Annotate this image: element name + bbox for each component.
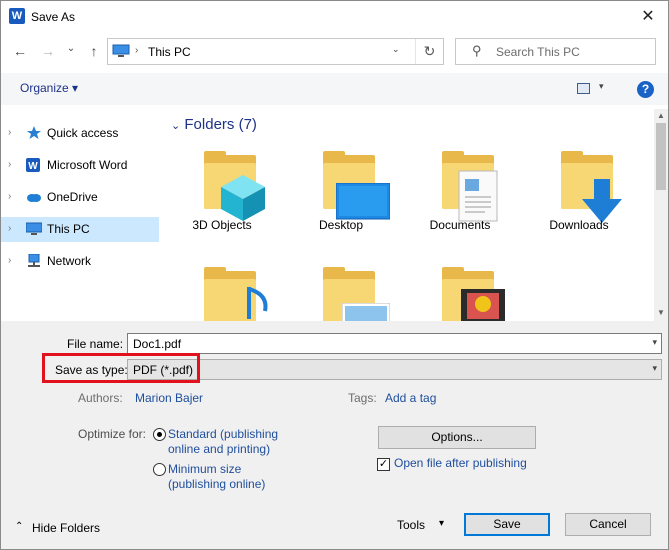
address-bar[interactable]: › This PC ⌄ ↻ <box>107 38 444 65</box>
folder-3d-objects[interactable]: 3D Objects <box>167 121 277 232</box>
file-name-value: Doc1.pdf <box>133 337 182 351</box>
save-button[interactable]: Save <box>464 513 550 536</box>
sidebar-item-label: Network <box>47 254 92 268</box>
expand-chevron-icon[interactable]: › <box>8 159 11 170</box>
help-icon[interactable]: ? <box>637 81 654 98</box>
scroll-down-icon[interactable]: ▼ <box>656 308 666 318</box>
desktop-icon <box>336 183 390 220</box>
network-icon <box>26 253 42 268</box>
optimize-standard-label-line1[interactable]: Standard (publishing <box>168 427 278 441</box>
options-button[interactable]: Options... <box>378 426 536 449</box>
music-icon <box>247 287 268 319</box>
optimize-minimum-radio[interactable] <box>153 463 166 476</box>
folder-label: Desktop <box>318 218 364 232</box>
optimize-minimum-label-line2[interactable]: (publishing online) <box>168 477 265 491</box>
search-placeholder: Search This PC <box>496 45 580 59</box>
sidebar-item-quick-access[interactable]: › Quick access <box>1 121 159 146</box>
window-title: Save As <box>31 10 76 24</box>
file-name-field[interactable]: Doc1.pdf ▾ <box>127 333 662 354</box>
cloud-icon <box>26 190 42 204</box>
search-icon: ⚲ <box>472 43 482 58</box>
pictures-icon <box>342 303 390 323</box>
authors-value[interactable]: Marion Bajer <box>135 391 203 405</box>
folder-content-area: ⌄ Folders (7) 3D Objects Desktop Documen… <box>161 109 654 325</box>
3d-objects-icon <box>221 175 265 221</box>
scroll-up-icon[interactable]: ▲ <box>656 111 666 121</box>
breadcrumb-separator: › <box>135 45 139 56</box>
recent-locations-icon[interactable]: ⌄ <box>61 39 81 59</box>
sidebar-item-this-pc[interactable]: › This PC <box>1 217 159 242</box>
tags-label: Tags: <box>348 391 377 405</box>
organize-button[interactable]: Organize ▾ <box>20 81 78 95</box>
optimize-standard-radio[interactable] <box>153 428 166 441</box>
videos-icon <box>461 289 505 323</box>
breadcrumb-this-pc[interactable]: This PC <box>148 45 191 59</box>
save-type-dropdown-icon[interactable]: ▾ <box>652 363 657 374</box>
sidebar-item-onedrive[interactable]: › OneDrive <box>1 185 159 210</box>
folder-documents[interactable]: Documents <box>405 121 515 232</box>
change-view-icon[interactable] <box>577 83 590 94</box>
optimize-minimum-label-line1[interactable]: Minimum size <box>168 462 241 476</box>
folder-label: Documents <box>429 218 491 232</box>
add-tag-link[interactable]: Add a tag <box>385 391 436 405</box>
tools-button[interactable]: Tools <box>397 518 425 532</box>
hide-folders-button[interactable]: Hide Folders <box>32 521 100 535</box>
navigation-pane: › Quick access › W Microsoft Word › OneD… <box>1 109 159 321</box>
title-bar: W Save As ✕ <box>1 1 668 33</box>
folder-label: 3D Objects <box>192 218 252 232</box>
expand-chevron-icon[interactable]: › <box>8 223 11 234</box>
content-scrollbar[interactable]: ▲ ▼ <box>654 109 668 321</box>
documents-icon <box>458 170 498 222</box>
refresh-icon[interactable]: ↻ <box>415 39 443 64</box>
tools-dropdown-icon[interactable]: ▾ <box>439 518 444 529</box>
save-options-panel: File name: Doc1.pdf ▾ Save as type: PDF … <box>1 321 668 549</box>
folder-desktop[interactable]: Desktop <box>286 121 396 232</box>
folder-label: Downloads <box>549 218 609 232</box>
scrollbar-thumb[interactable] <box>656 123 666 190</box>
sidebar-item-network[interactable]: › Network <box>1 249 159 274</box>
back-arrow-icon[interactable]: ← <box>10 41 30 61</box>
sidebar-item-label: Microsoft Word <box>47 158 128 172</box>
forward-arrow-icon[interactable]: → <box>38 41 58 61</box>
folder-downloads[interactable]: Downloads <box>524 121 634 232</box>
expand-chevron-icon[interactable]: › <box>8 255 11 266</box>
sidebar-item-microsoft-word[interactable]: › W Microsoft Word <box>1 153 159 178</box>
open-after-publishing-label[interactable]: Open file after publishing <box>394 456 527 470</box>
up-arrow-icon[interactable]: ↑ <box>84 41 104 61</box>
file-name-label: File name: <box>67 337 124 351</box>
star-icon <box>26 126 42 140</box>
cancel-button[interactable]: Cancel <box>565 513 651 536</box>
word-icon: W <box>26 158 42 172</box>
expand-chevron-icon[interactable]: › <box>8 127 11 138</box>
hide-folders-chevron-icon[interactable]: ⌃ <box>15 521 23 532</box>
search-input[interactable]: ⚲ Search This PC <box>455 38 656 65</box>
red-highlight-box <box>42 353 200 383</box>
word-app-icon: W <box>9 8 25 24</box>
expand-chevron-icon[interactable]: › <box>8 191 11 202</box>
sidebar-item-label: Quick access <box>47 126 119 140</box>
sidebar-item-label: This PC <box>47 222 90 236</box>
optimize-label: Optimize for: <box>78 427 147 441</box>
open-after-publishing-checkbox[interactable]: ✓ <box>377 458 390 471</box>
computer-icon <box>112 44 130 57</box>
computer-icon <box>25 222 43 236</box>
save-as-dialog: W Save As ✕ ← → ⌄ ↑ › This PC ⌄ ↻ ⚲ Sear… <box>0 0 669 550</box>
svg-text:W: W <box>28 161 38 172</box>
save-type-select[interactable]: PDF (*.pdf) ▾ <box>127 359 662 380</box>
sidebar-item-label: OneDrive <box>47 190 98 204</box>
authors-label: Authors: <box>78 391 123 405</box>
address-dropdown-icon[interactable]: ⌄ <box>392 44 400 55</box>
optimize-standard-label-line2[interactable]: online and printing) <box>168 442 270 456</box>
file-name-dropdown-icon[interactable]: ▾ <box>652 337 657 348</box>
command-toolbar: Organize ▾ ▾ <box>1 73 668 105</box>
close-icon[interactable]: ✕ <box>633 4 663 30</box>
view-dropdown-icon[interactable]: ▾ <box>599 81 604 92</box>
